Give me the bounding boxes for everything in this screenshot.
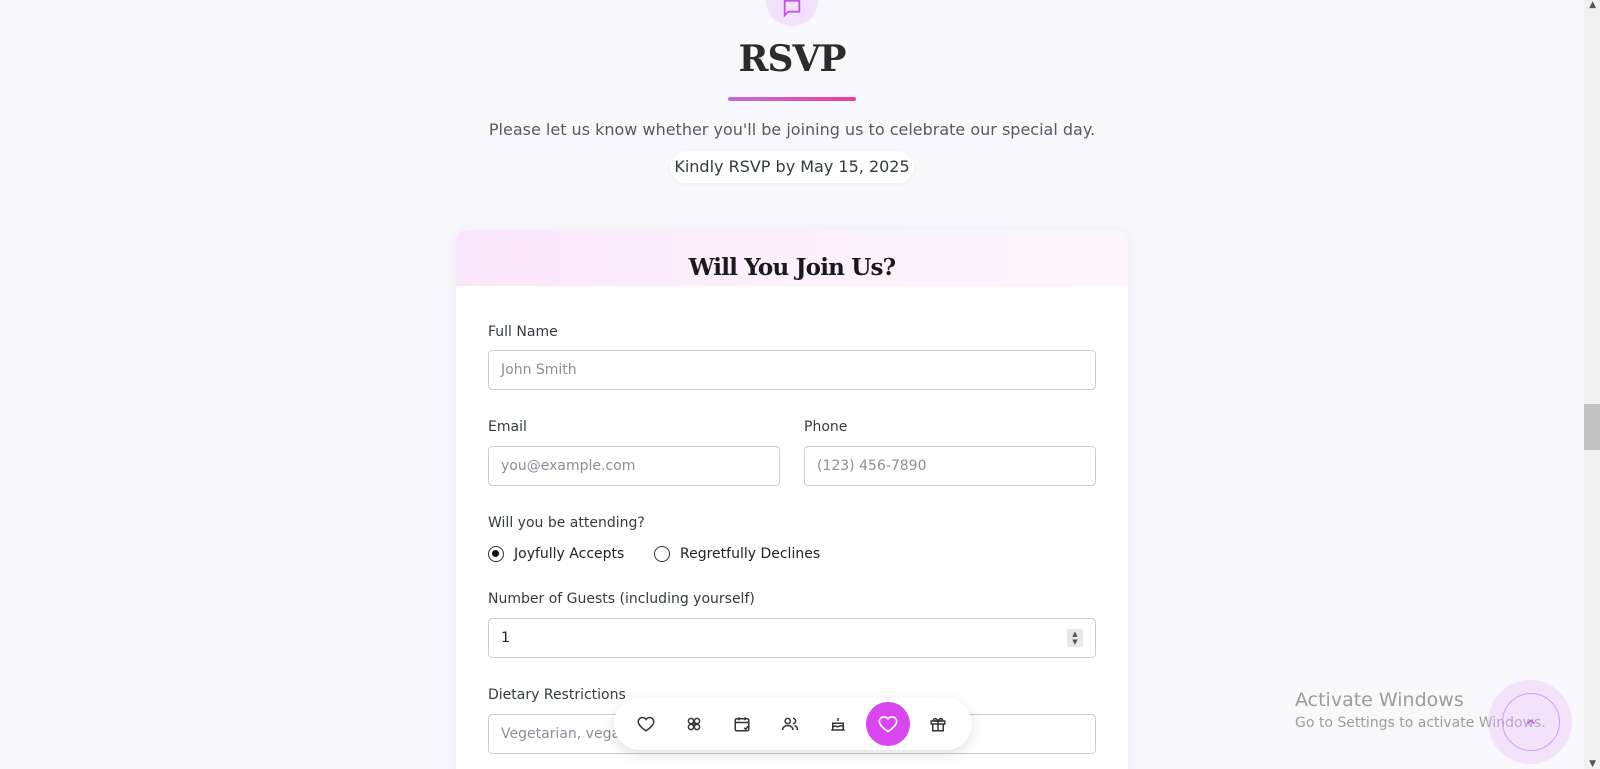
dietary-label: Dietary Restrictions bbox=[488, 687, 626, 703]
windows-activation-title: Activate Windows bbox=[1295, 689, 1464, 711]
guests-label: Number of Guests (including yourself) bbox=[488, 591, 755, 607]
radio-decline-circle[interactable] bbox=[654, 546, 670, 562]
scroll-down-arrow-icon[interactable]: ▼ bbox=[1589, 759, 1596, 769]
scrollbar-thumb[interactable] bbox=[1584, 404, 1600, 450]
guests-stepper[interactable]: ▲ ▼ bbox=[1067, 629, 1083, 647]
bottom-nav bbox=[614, 698, 972, 750]
phone-input[interactable]: (123) 456-7890 bbox=[804, 446, 1096, 486]
nav-heart-active-button[interactable] bbox=[866, 702, 910, 746]
page-subtitle: Please let us know whether you'll be joi… bbox=[488, 120, 1096, 139]
attending-label: Will you be attending? bbox=[488, 515, 645, 531]
guests-number-input[interactable]: 1 ▲ ▼ bbox=[488, 618, 1096, 658]
nav-gift-button[interactable] bbox=[918, 704, 958, 744]
title-underline bbox=[728, 97, 856, 101]
nav-cake-button[interactable] bbox=[818, 704, 858, 744]
full-name-input[interactable]: John Smith bbox=[488, 350, 1096, 390]
chat-icon bbox=[783, 0, 801, 18]
radio-accept-circle[interactable] bbox=[488, 546, 504, 562]
heart-icon bbox=[637, 716, 655, 732]
page: RSVP Please let us know whether you'll b… bbox=[0, 0, 1584, 769]
nav-people-button[interactable] bbox=[770, 704, 810, 744]
chevron-up-icon bbox=[1526, 719, 1536, 725]
nav-heart-button[interactable] bbox=[626, 704, 666, 744]
people-icon bbox=[781, 717, 799, 731]
stepper-down-icon[interactable]: ▼ bbox=[1072, 638, 1077, 646]
scroll-to-top-button[interactable] bbox=[1502, 693, 1560, 751]
calendar-icon bbox=[734, 717, 750, 732]
nav-calendar-button[interactable] bbox=[722, 704, 762, 744]
email-input[interactable]: you@example.com bbox=[488, 446, 780, 486]
card-header: Will You Join Us? bbox=[456, 230, 1128, 286]
rsvp-form-card: Will You Join Us? Full Name John Smith E… bbox=[456, 230, 1128, 769]
page-title: RSVP bbox=[738, 38, 847, 80]
email-label: Email bbox=[488, 419, 527, 435]
full-name-label: Full Name bbox=[488, 324, 558, 340]
chat-badge bbox=[766, 0, 818, 26]
radio-decline-label: Regretfully Declines bbox=[680, 546, 821, 562]
radio-accept-label: Joyfully Accepts bbox=[514, 546, 625, 562]
flower-icon bbox=[687, 717, 701, 731]
nav-flower-button[interactable] bbox=[674, 704, 714, 744]
cake-icon bbox=[831, 718, 845, 731]
page-scrollbar[interactable]: ▲ ▼ bbox=[1584, 0, 1600, 769]
phone-label: Phone bbox=[804, 419, 848, 435]
guests-value: 1 bbox=[501, 630, 510, 646]
stepper-up-icon[interactable]: ▲ bbox=[1072, 630, 1077, 638]
gift-icon bbox=[930, 717, 946, 732]
form-title: Will You Join Us? bbox=[688, 254, 897, 281]
radio-accept[interactable]: Joyfully Accepts bbox=[488, 546, 624, 562]
rsvp-deadline-badge: Kindly RSVP by May 15, 2025 bbox=[670, 151, 914, 183]
heart-icon bbox=[878, 715, 898, 733]
radio-decline[interactable]: Regretfully Declines bbox=[654, 546, 820, 562]
scroll-up-arrow-icon[interactable]: ▲ bbox=[1589, 0, 1596, 10]
